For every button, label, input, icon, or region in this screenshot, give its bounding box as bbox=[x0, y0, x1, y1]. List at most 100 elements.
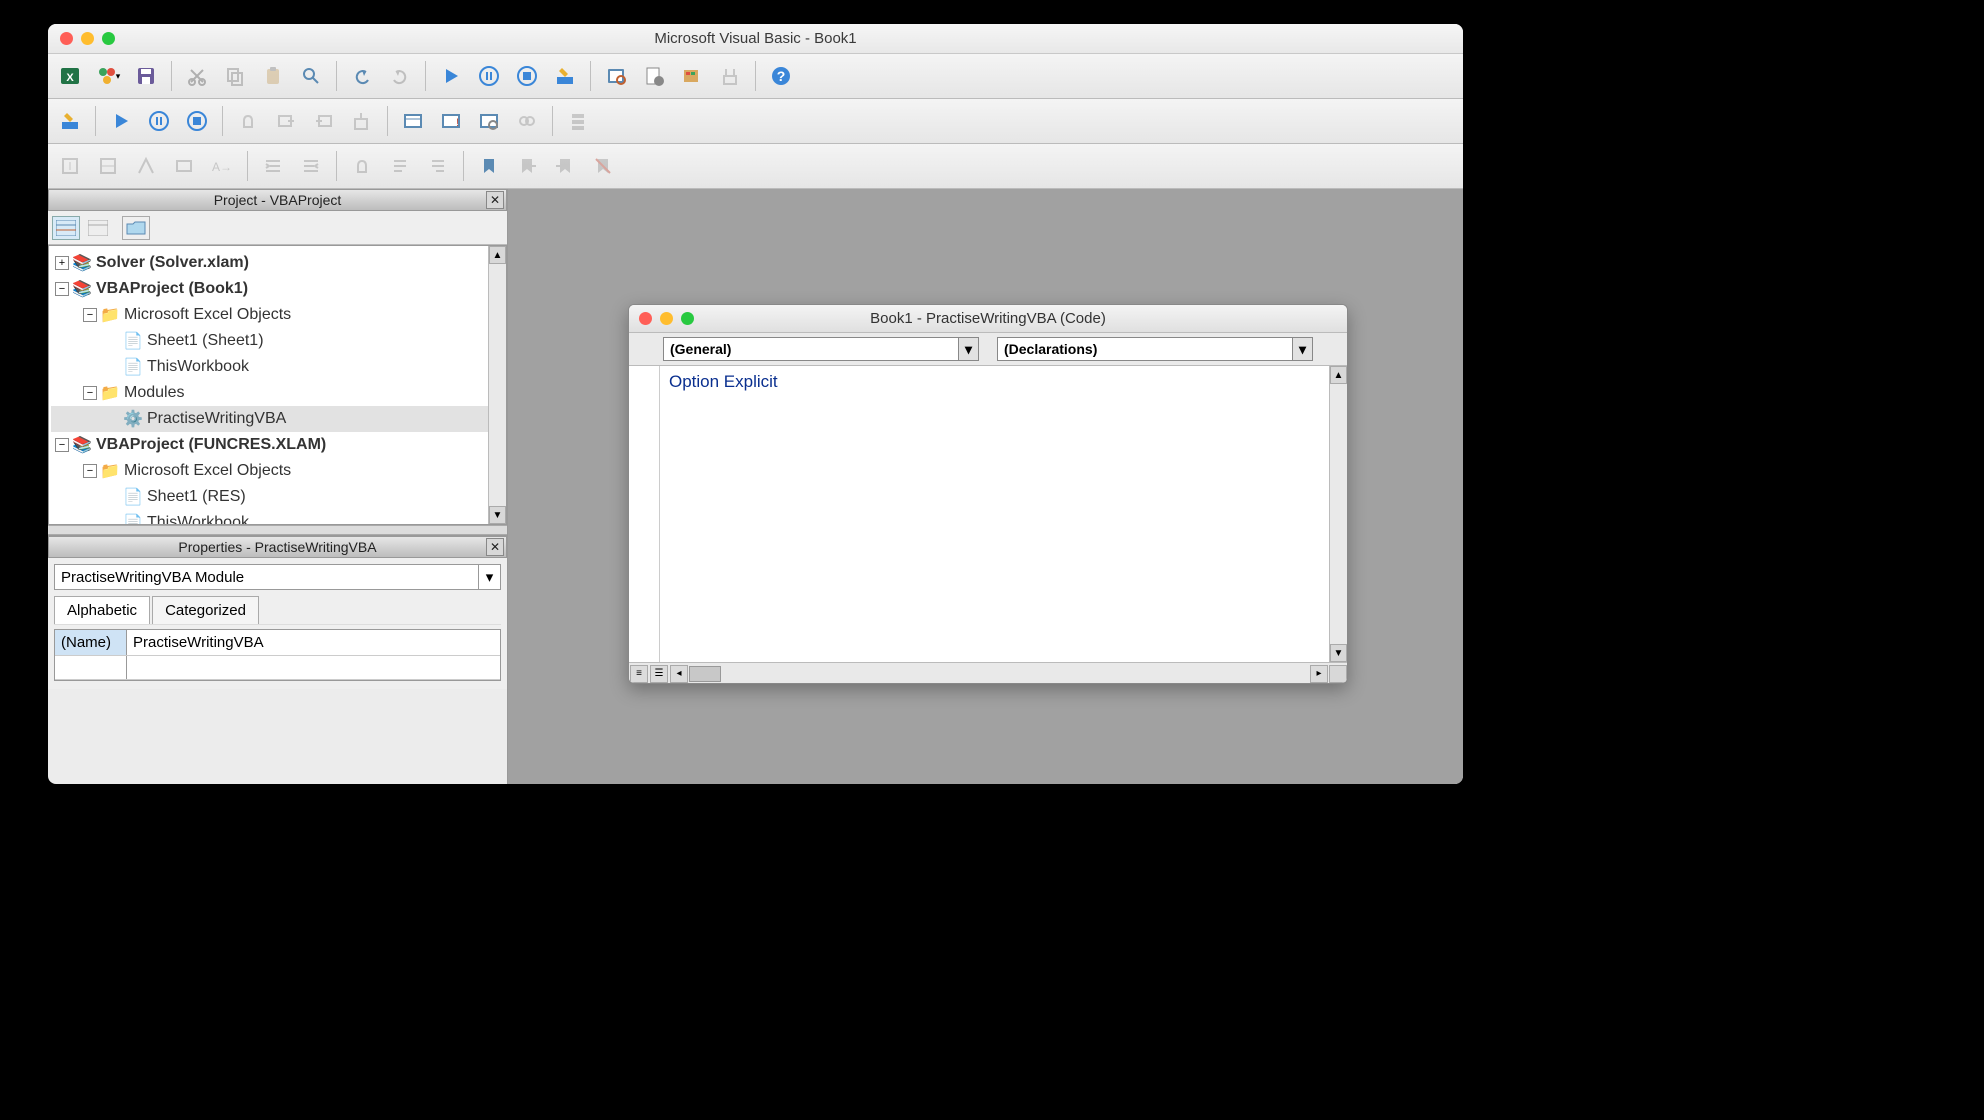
code-editor[interactable]: Option Explicit ▲ ▼ bbox=[629, 366, 1347, 662]
scroll-right-icon[interactable]: ▸ bbox=[1310, 665, 1328, 683]
property-row[interactable]: (Name) PractiseWritingVBA bbox=[55, 630, 500, 656]
scrollbar[interactable]: ▲ ▼ bbox=[488, 246, 506, 524]
tab-alphabetic[interactable]: Alphabetic bbox=[54, 596, 150, 624]
next-bookmark-icon[interactable] bbox=[511, 150, 543, 182]
scrollbar[interactable]: ▲ ▼ bbox=[1329, 366, 1347, 662]
collapse-icon[interactable]: − bbox=[83, 386, 97, 400]
procedure-combo[interactable]: (Declarations) ▾ bbox=[997, 337, 1313, 361]
tree-item-thisworkbook[interactable]: ThisWorkbook bbox=[147, 358, 249, 376]
watch-window-icon[interactable] bbox=[473, 105, 505, 137]
resize-grip[interactable] bbox=[1329, 665, 1347, 683]
breakpoint-hand-icon[interactable] bbox=[232, 105, 264, 137]
undo-icon[interactable] bbox=[346, 60, 378, 92]
property-value[interactable]: PractiseWritingVBA bbox=[127, 630, 500, 655]
toggle-bookmark-icon[interactable] bbox=[473, 150, 505, 182]
tree-item-funcres[interactable]: VBAProject (FUNCRES.XLAM) bbox=[96, 436, 326, 454]
call-stack-icon[interactable] bbox=[562, 105, 594, 137]
procedure-view-icon[interactable]: ≡ bbox=[630, 665, 648, 683]
parameter-info-icon[interactable] bbox=[168, 150, 200, 182]
tree-item-solver[interactable]: Solver (Solver.xlam) bbox=[96, 254, 249, 272]
list-props-icon[interactable] bbox=[54, 150, 86, 182]
excel-icon[interactable]: X bbox=[54, 60, 86, 92]
collapse-icon[interactable]: − bbox=[55, 282, 69, 296]
tab-categorized[interactable]: Categorized bbox=[152, 596, 259, 624]
collapse-icon[interactable]: − bbox=[83, 308, 97, 322]
collapse-icon[interactable]: − bbox=[55, 438, 69, 452]
save-icon[interactable] bbox=[130, 60, 162, 92]
design-mode-icon[interactable] bbox=[549, 60, 581, 92]
tree-item-excel-objects[interactable]: Microsoft Excel Objects bbox=[124, 306, 291, 324]
quick-info-icon[interactable] bbox=[130, 150, 162, 182]
tree-item-excel-objects2[interactable]: Microsoft Excel Objects bbox=[124, 462, 291, 480]
toolbox-icon[interactable] bbox=[714, 60, 746, 92]
view-object-icon[interactable] bbox=[84, 216, 112, 240]
scroll-left-icon[interactable]: ◂ bbox=[670, 665, 688, 683]
step-out-icon[interactable] bbox=[346, 105, 378, 137]
copy-icon[interactable] bbox=[219, 60, 251, 92]
expand-icon[interactable]: + bbox=[55, 256, 69, 270]
tree-item-book1[interactable]: VBAProject (Book1) bbox=[96, 280, 248, 298]
run2-icon[interactable] bbox=[105, 105, 137, 137]
pause-icon[interactable] bbox=[473, 60, 505, 92]
outdent-icon[interactable] bbox=[295, 150, 327, 182]
object-browser-icon[interactable] bbox=[676, 60, 708, 92]
close-window-icon[interactable] bbox=[639, 312, 652, 325]
indent-icon[interactable] bbox=[257, 150, 289, 182]
step-over-icon[interactable] bbox=[308, 105, 340, 137]
insert-module-icon[interactable]: ▾ bbox=[92, 60, 124, 92]
tree-item-module1[interactable]: PractiseWritingVBA bbox=[147, 410, 286, 428]
collapse-icon[interactable]: − bbox=[83, 464, 97, 478]
uncomment-block-icon[interactable] bbox=[422, 150, 454, 182]
view-code-icon[interactable] bbox=[52, 216, 80, 240]
comment-block-icon[interactable] bbox=[384, 150, 416, 182]
hscroll-thumb[interactable] bbox=[689, 666, 721, 682]
locals-window-icon[interactable] bbox=[397, 105, 429, 137]
scroll-down-icon[interactable]: ▼ bbox=[1330, 644, 1347, 662]
object-combo[interactable]: (General) ▾ bbox=[663, 337, 979, 361]
close-window-icon[interactable] bbox=[60, 32, 73, 45]
quick-watch-icon[interactable] bbox=[511, 105, 543, 137]
close-icon[interactable]: ✕ bbox=[486, 538, 504, 556]
design-mode2-icon[interactable] bbox=[54, 105, 86, 137]
scroll-down-icon[interactable]: ▼ bbox=[489, 506, 506, 524]
step-into-icon[interactable] bbox=[270, 105, 302, 137]
immediate-window-icon[interactable]: ! bbox=[435, 105, 467, 137]
tree-item-sheet1[interactable]: Sheet1 (Sheet1) bbox=[147, 332, 264, 350]
stop2-icon[interactable] bbox=[181, 105, 213, 137]
pause2-icon[interactable] bbox=[143, 105, 175, 137]
toggle-breakpoint-icon[interactable] bbox=[346, 150, 378, 182]
minimize-window-icon[interactable] bbox=[660, 312, 673, 325]
prev-bookmark-icon[interactable] bbox=[549, 150, 581, 182]
clear-bookmarks-icon[interactable] bbox=[587, 150, 619, 182]
paste-icon[interactable] bbox=[257, 60, 289, 92]
chevron-down-icon[interactable]: ▾ bbox=[1292, 338, 1312, 360]
toggle-folders-icon[interactable] bbox=[122, 216, 150, 240]
horizontal-splitter[interactable] bbox=[48, 525, 507, 535]
maximize-window-icon[interactable] bbox=[102, 32, 115, 45]
redo-icon[interactable] bbox=[384, 60, 416, 92]
code-window-titlebar[interactable]: Book1 - PractiseWritingVBA (Code) bbox=[629, 305, 1347, 333]
sheet-icon: 📄 bbox=[123, 487, 143, 507]
tree-item-modules[interactable]: Modules bbox=[124, 384, 184, 402]
find-icon[interactable] bbox=[295, 60, 327, 92]
chevron-down-icon[interactable]: ▾ bbox=[958, 338, 978, 360]
chevron-down-icon[interactable]: ▾ bbox=[478, 565, 500, 589]
full-module-view-icon[interactable]: ☰ bbox=[650, 665, 668, 683]
minimize-window-icon[interactable] bbox=[81, 32, 94, 45]
run-icon[interactable] bbox=[435, 60, 467, 92]
cut-icon[interactable] bbox=[181, 60, 213, 92]
list-constants-icon[interactable] bbox=[92, 150, 124, 182]
maximize-window-icon[interactable] bbox=[681, 312, 694, 325]
project-tree[interactable]: +📚Solver (Solver.xlam) −📚VBAProject (Boo… bbox=[48, 245, 507, 525]
close-icon[interactable]: ✕ bbox=[486, 191, 504, 209]
scroll-up-icon[interactable]: ▲ bbox=[489, 246, 506, 264]
scroll-up-icon[interactable]: ▲ bbox=[1330, 366, 1347, 384]
tree-item-thisworkbook2[interactable]: ThisWorkbook bbox=[147, 514, 249, 525]
properties-object-combo[interactable]: PractiseWritingVBA Module ▾ bbox=[54, 564, 501, 590]
complete-word-icon[interactable]: A→ bbox=[206, 150, 238, 182]
project-explorer-icon[interactable] bbox=[600, 60, 632, 92]
help-icon[interactable]: ? bbox=[765, 60, 797, 92]
properties-window-icon[interactable] bbox=[638, 60, 670, 92]
tree-item-sheet1res[interactable]: Sheet1 (RES) bbox=[147, 488, 246, 506]
stop-icon[interactable] bbox=[511, 60, 543, 92]
